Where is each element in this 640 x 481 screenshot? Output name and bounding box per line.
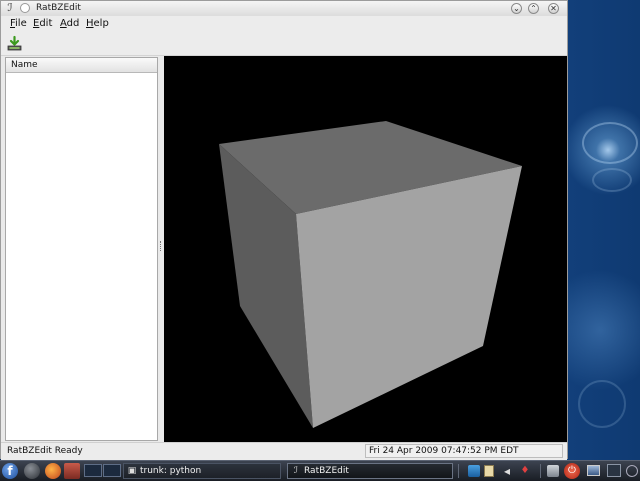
- splitter-handle[interactable]: [160, 241, 163, 251]
- pager-desktop-1[interactable]: [84, 464, 102, 477]
- task-ratbzedit[interactable]: ℐ RatBZEdit: [287, 463, 453, 479]
- menu-file-label: ile: [15, 18, 27, 29]
- menu-add[interactable]: Add: [60, 18, 79, 30]
- network-icon[interactable]: [468, 465, 480, 477]
- terminal-icon: ▣: [127, 466, 137, 476]
- main-window: ℐ RatBZEdit ⌄ ⌃ ✕ File Edit Add Help Nam…: [0, 0, 568, 460]
- menu-help-mnemonic: H: [86, 18, 94, 29]
- fedora-menu-icon[interactable]: f: [2, 463, 18, 479]
- menu-file[interactable]: File: [10, 18, 27, 30]
- status-bar: RatBZEdit Ready Fri 24 Apr 2009 07:47:52…: [1, 442, 567, 460]
- menu-add-label: dd: [66, 18, 80, 29]
- task-ratbzedit-label: RatBZEdit: [304, 466, 349, 476]
- menu-add-mnemonic: A: [60, 18, 67, 29]
- menu-bar: File Edit Add Help: [1, 16, 567, 32]
- volume-icon[interactable]: ◂: [500, 464, 514, 478]
- launcher-icon[interactable]: [64, 463, 80, 479]
- app-icon[interactable]: ℐ: [4, 2, 16, 14]
- clock-icon[interactable]: [626, 465, 638, 477]
- status-message: RatBZEdit Ready: [7, 446, 83, 456]
- column-header-name[interactable]: Name: [6, 58, 157, 73]
- update-icon[interactable]: ♦: [519, 465, 531, 477]
- minimize-button[interactable]: ⌄: [511, 3, 522, 14]
- maximize-button[interactable]: ⌃: [528, 3, 539, 14]
- 3d-viewport[interactable]: [164, 56, 567, 442]
- wallpaper-swirl: [578, 380, 626, 428]
- menu-edit-label: dit: [39, 18, 53, 29]
- task-terminal-label: trunk: python: [140, 466, 202, 476]
- firefox-icon[interactable]: [45, 463, 61, 479]
- save-download-icon: [7, 35, 22, 51]
- app-icon: ℐ: [293, 466, 299, 476]
- wallpaper-swirl: [582, 122, 638, 164]
- title-bar[interactable]: ℐ RatBZEdit ⌄ ⌃ ✕: [1, 1, 567, 17]
- taskbar: f ▣ trunk: python ℐ RatBZEdit ◂ ♦ ⏻: [0, 460, 640, 481]
- close-button[interactable]: ✕: [548, 3, 559, 14]
- pager-desktop-2[interactable]: [103, 464, 121, 477]
- cube-render: [219, 121, 522, 428]
- save-button[interactable]: [6, 35, 23, 52]
- toolbar: [1, 32, 567, 56]
- task-terminal[interactable]: ▣ trunk: python: [123, 463, 281, 479]
- menu-help[interactable]: Help: [86, 18, 109, 30]
- tray-separator: [458, 464, 459, 478]
- menu-help-label: elp: [93, 18, 109, 29]
- menu-edit[interactable]: Edit: [33, 18, 52, 30]
- clipboard-icon[interactable]: [484, 465, 494, 477]
- display-icon[interactable]: [587, 465, 600, 476]
- status-datetime: Fri 24 Apr 2009 07:47:52 PM EDT: [365, 444, 563, 458]
- tray-separator: [540, 464, 541, 478]
- scene-tree[interactable]: Name: [5, 57, 158, 441]
- window-title: RatBZEdit: [36, 3, 81, 13]
- screen-icon[interactable]: [607, 464, 621, 477]
- pin-icon[interactable]: [20, 3, 30, 13]
- system-icon[interactable]: [547, 465, 559, 477]
- wallpaper-swirl: [592, 168, 632, 192]
- power-icon[interactable]: ⏻: [564, 463, 580, 479]
- globe-icon[interactable]: [24, 463, 40, 479]
